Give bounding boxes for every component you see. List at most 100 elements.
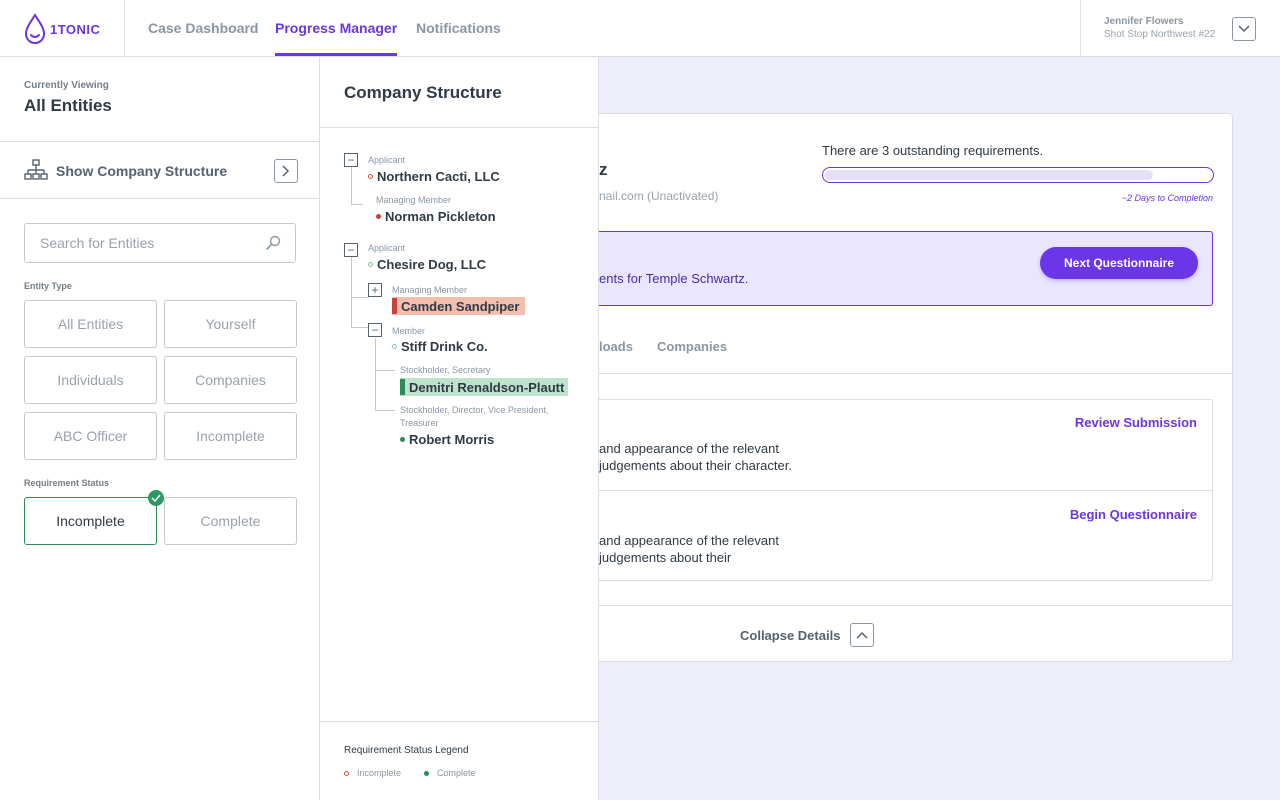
incomplete-status-dot [368, 174, 373, 179]
hierarchy-icon [24, 159, 48, 180]
search-input[interactable]: Search for Entities [24, 223, 296, 263]
tab-uploads[interactable]: loads [599, 339, 633, 354]
node-norman-pickleton[interactable]: Norman Pickleton [376, 209, 496, 224]
requirement-description-line: and appearance of the relevant [599, 441, 779, 456]
tab-case-dashboard[interactable]: Case Dashboard [148, 0, 258, 56]
complete-status-dot [368, 262, 373, 267]
tab-companies[interactable]: Companies [657, 339, 727, 354]
collapse-details-button[interactable]: Collapse Details [740, 623, 875, 647]
collapse-node-button[interactable]: − [368, 323, 382, 337]
chevron-right-icon[interactable] [274, 159, 298, 183]
incomplete-marker [392, 298, 397, 314]
node-robert-morris[interactable]: Robert Morris [400, 432, 494, 447]
user-menu-button[interactable] [1232, 17, 1256, 41]
show-company-structure-toggle[interactable]: Show Company Structure [24, 158, 298, 184]
node-camden-sandpiper[interactable]: Camden Sandpiper [392, 297, 526, 315]
filter-abc-officer[interactable]: ABC Officer [24, 412, 157, 460]
tab-notifications[interactable]: Notifications [416, 0, 501, 56]
complete-marker [400, 379, 405, 395]
review-submission-link[interactable]: Review Submission [1075, 415, 1197, 430]
node-name: Norman Pickleton [385, 209, 496, 224]
filter-companies[interactable]: Companies [164, 356, 297, 404]
node-role: Stockholder, Secretary [400, 365, 491, 375]
legend-label: Incomplete [357, 768, 402, 778]
node-role: Member [392, 326, 426, 336]
node-name: Northern Cacti, LLC [377, 169, 500, 184]
legend-label: Complete [437, 768, 476, 778]
node-chesire-dog[interactable]: Chesire Dog, LLC [368, 257, 486, 272]
node-role: Applicant [368, 155, 406, 165]
node-stiff-drink[interactable]: Stiff Drink Co. [392, 339, 488, 354]
incomplete-status-dot [376, 214, 381, 219]
filter-sidebar: Currently Viewing All Entities Show Comp… [0, 57, 320, 800]
tree-line [375, 370, 395, 371]
complete-status-dot [392, 344, 397, 349]
tab-divider [579, 373, 1232, 374]
node-name: Demitri Renaldson-Plautt [409, 379, 565, 395]
legend-title: Requirement Status Legend [344, 745, 469, 756]
node-role: Treasurer [400, 418, 439, 428]
expand-node-button[interactable]: + [368, 283, 382, 297]
company-structure-panel: Company Structure − Applicant Northern C… [320, 57, 599, 800]
requirement-description-line: judgements about their [599, 550, 732, 565]
chevron-up-icon [850, 623, 875, 647]
complete-status-dot [400, 437, 405, 442]
logo-divider [124, 0, 125, 56]
incomplete-status-dot [344, 770, 349, 776]
outstanding-requirements-text: There are 3 outstanding requirements. [822, 143, 1044, 158]
filter-incomplete[interactable]: Incomplete [164, 412, 297, 460]
currently-viewing-value: All Entities [24, 96, 112, 115]
user-organization: Shot Stop Northwest #22 [1104, 29, 1216, 40]
filter-individuals[interactable]: Individuals [24, 356, 157, 404]
card-footer-divider [579, 605, 1232, 606]
collapse-node-button[interactable]: − [344, 153, 358, 167]
filter-all-entities[interactable]: All Entities [24, 300, 157, 348]
progress-bar [822, 167, 1214, 183]
progress-fill [825, 170, 1154, 180]
node-name: Stiff Drink Co. [401, 339, 488, 354]
sidebar-divider [0, 198, 319, 199]
legend-complete: Complete [424, 768, 476, 778]
requirement-description-line: and appearance of the relevant [599, 533, 779, 548]
tree-line [375, 410, 395, 411]
app-logo[interactable]: 1TONIC [24, 12, 124, 46]
user-name: Jennifer Flowers [1104, 16, 1184, 27]
chevron-down-icon [1238, 25, 1250, 33]
status-complete[interactable]: Complete [164, 497, 297, 545]
requirement-status-label: Requirement Status [24, 478, 110, 488]
complete-status-dot [424, 770, 429, 776]
tree-line [351, 257, 352, 327]
node-name: Robert Morris [409, 432, 495, 447]
check-icon [148, 490, 164, 506]
requirements-list: Review Submission and appearance of the … [579, 399, 1213, 581]
panel-divider [320, 127, 599, 128]
node-role: Managing Member [392, 285, 468, 295]
tree-line [351, 167, 352, 205]
entity-name: z [599, 160, 608, 179]
node-role: Applicant [368, 243, 406, 253]
begin-questionnaire-link[interactable]: Begin Questionnaire [1070, 507, 1197, 522]
requirement-description-line: judgements about their character. [599, 458, 792, 473]
status-incomplete[interactable]: Incomplete [24, 490, 164, 545]
legend-incomplete: Incomplete [344, 768, 401, 778]
tab-progress-manager[interactable]: Progress Manager [275, 0, 398, 56]
droplet-icon [24, 13, 46, 44]
filter-yourself[interactable]: Yourself [164, 300, 297, 348]
panel-title: Company Structure [344, 83, 502, 102]
node-demitri-renaldson-plautt[interactable]: Demitri Renaldson-Plautt [400, 378, 569, 396]
sidebar-divider [0, 141, 319, 142]
tree-line [351, 297, 369, 298]
logo-text: 1TONIC [50, 21, 101, 37]
entity-details-card: z nail.com (Unactivated) There are 3 out… [578, 113, 1233, 662]
tree-line [375, 338, 376, 411]
next-questionnaire-button[interactable]: Next Questionnaire [1040, 247, 1198, 279]
entity-type-label: Entity Type [24, 281, 72, 291]
collapse-node-button[interactable]: − [344, 243, 358, 257]
node-northern-cacti[interactable]: Northern Cacti, LLC [368, 169, 500, 184]
collapse-details-label: Collapse Details [740, 627, 841, 643]
node-name: Chesire Dog, LLC [377, 257, 487, 272]
show-company-structure-label: Show Company Structure [56, 163, 228, 179]
search-icon[interactable] [265, 235, 281, 251]
node-role: Managing Member [376, 195, 452, 205]
tree-line [351, 327, 369, 328]
